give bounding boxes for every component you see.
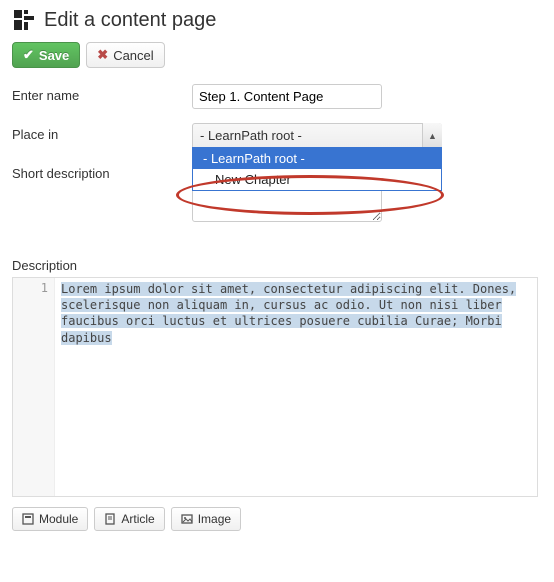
app-logo-icon xyxy=(12,8,36,32)
name-input[interactable] xyxy=(192,84,382,109)
check-icon: ✔ xyxy=(23,47,34,63)
page-header: Edit a content page xyxy=(12,8,542,32)
editor-text: Lorem ipsum dolor sit amet, consectetur … xyxy=(61,282,516,345)
insert-module-label: Module xyxy=(39,512,78,526)
place-in-select[interactable]: - LearnPath root - ▲ - LearnPath root - … xyxy=(192,123,442,148)
image-icon xyxy=(181,513,193,525)
description-editor[interactable]: 1 Lorem ipsum dolor sit amet, consectetu… xyxy=(12,277,538,497)
place-in-selected[interactable]: - LearnPath root - xyxy=(192,123,442,148)
save-button-label: Save xyxy=(39,48,69,63)
editor-gutter: 1 xyxy=(13,278,55,496)
insert-article-button[interactable]: Article xyxy=(94,507,164,531)
name-row: Enter name xyxy=(12,84,542,109)
place-in-option-chapter[interactable]: New Chapter xyxy=(193,169,441,190)
insert-toolbar: Module Article Image xyxy=(12,507,542,531)
insert-module-button[interactable]: Module xyxy=(12,507,88,531)
chevron-down-icon[interactable]: ▲ xyxy=(422,123,442,148)
article-icon xyxy=(104,513,116,525)
place-in-dropdown: - LearnPath root - New Chapter xyxy=(192,147,442,191)
insert-article-label: Article xyxy=(121,512,154,526)
insert-image-button[interactable]: Image xyxy=(171,507,241,531)
place-in-option-root[interactable]: - LearnPath root - xyxy=(193,148,441,169)
cancel-button-label: Cancel xyxy=(113,48,153,63)
place-in-label: Place in xyxy=(12,123,192,148)
editor-content[interactable]: Lorem ipsum dolor sit amet, consectetur … xyxy=(55,278,537,496)
save-button[interactable]: ✔ Save xyxy=(12,42,80,68)
page-title: Edit a content page xyxy=(44,9,216,32)
cancel-button[interactable]: ✖ Cancel xyxy=(86,42,164,68)
line-number: 1 xyxy=(16,281,48,295)
action-toolbar: ✔ Save ✖ Cancel xyxy=(12,42,542,68)
place-in-row: Place in - LearnPath root - ▲ - LearnPat… xyxy=(12,123,542,148)
insert-image-label: Image xyxy=(198,512,231,526)
description-label: Description xyxy=(12,258,542,273)
name-label: Enter name xyxy=(12,84,192,109)
cancel-icon: ✖ xyxy=(97,47,108,63)
module-icon xyxy=(22,513,34,525)
short-desc-label: Short description xyxy=(12,162,192,222)
